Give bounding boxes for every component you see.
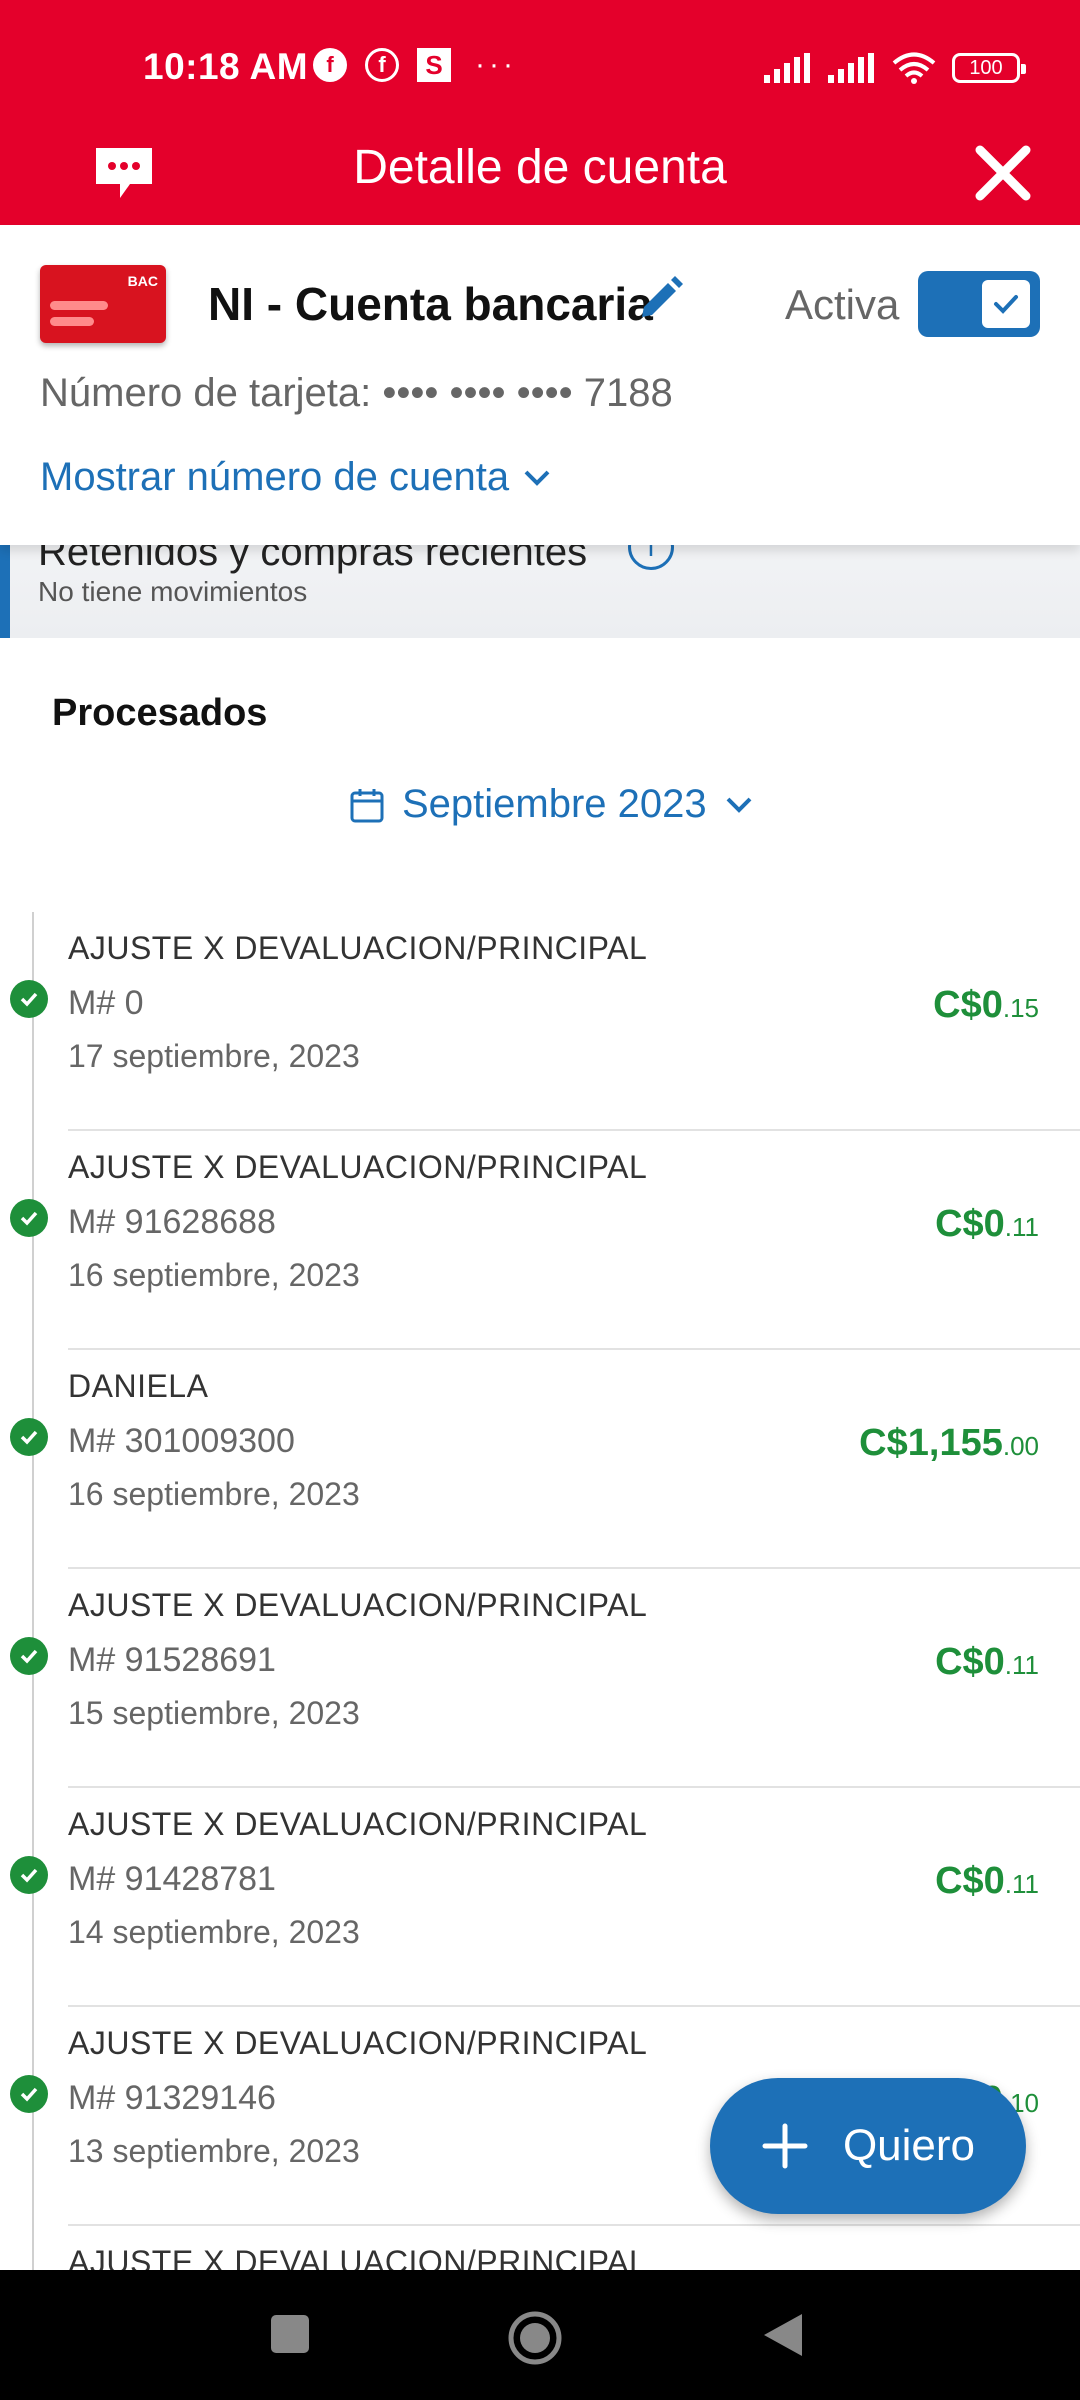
transaction-date: 14 septiembre, 2023 <box>68 1914 360 1950</box>
chevron-down-icon <box>524 470 550 486</box>
transaction-row[interactable]: AJUSTE X DEVALUACION/PRINCIPAL <box>0 2226 1080 2270</box>
transaction-name: AJUSTE X DEVALUACION/PRINCIPAL <box>68 930 648 966</box>
transaction-ref: M# 0 <box>68 984 144 1022</box>
status-time: 10:18 AM <box>143 46 309 87</box>
transaction-ref: M# 91528691 <box>68 1641 276 1679</box>
check-circle-icon <box>10 2075 48 2113</box>
show-account-number-link[interactable]: Mostrar número de cuenta <box>40 455 551 500</box>
amount-cents: .11 <box>1004 1869 1039 1899</box>
transaction-row[interactable]: AJUSTE X DEVALUACION/PRINCIPAL M# 916286… <box>0 1131 1080 1350</box>
amount-main: C$1,155 <box>859 1422 1003 1464</box>
amount-main: C$0 <box>933 984 1003 1026</box>
transaction-row[interactable]: AJUSTE X DEVALUACION/PRINCIPAL M# 0 17 s… <box>0 912 1080 1131</box>
show-account-label: Mostrar número de cuenta <box>40 455 510 499</box>
check-circle-icon <box>10 1418 48 1456</box>
transaction-amount: C$0.15 <box>933 984 1039 1027</box>
active-toggle[interactable] <box>918 271 1040 337</box>
fab-label: Quiero <box>842 2121 976 2170</box>
back-icon[interactable] <box>760 2310 806 2360</box>
transaction-row[interactable]: DANIELA M# 301009300 16 septiembre, 2023… <box>0 1350 1080 1569</box>
transaction-name: AJUSTE X DEVALUACION/PRINCIPAL <box>68 2025 648 2061</box>
check-circle-icon <box>10 980 48 1018</box>
month-selector[interactable]: Septiembre 2023 <box>350 782 753 827</box>
transaction-name: AJUSTE X DEVALUACION/PRINCIPAL <box>68 1587 648 1623</box>
transaction-date: 17 septiembre, 2023 <box>68 1038 360 1074</box>
transaction-ref: M# 91329146 <box>68 2079 276 2117</box>
transaction-row[interactable]: AJUSTE X DEVALUACION/PRINCIPAL M# 915286… <box>0 1569 1080 1788</box>
navigation-bar <box>0 2270 1080 2400</box>
amount-main: C$0 <box>935 1641 1005 1683</box>
transaction-amount: C$0.11 <box>935 1641 1039 1684</box>
transaction-name: AJUSTE X DEVALUACION/PRINCIPAL <box>68 1806 648 1842</box>
transaction-ref: M# 301009300 <box>68 1422 295 1460</box>
quiero-fab-button[interactable]: Quiero <box>710 2078 1026 2214</box>
transaction-amount: C$0.11 <box>935 1203 1039 1246</box>
amount-main: C$0 <box>935 1203 1005 1245</box>
transaction-ref: M# 91428781 <box>68 1860 276 1898</box>
card-number-value: •••• •••• •••• 7188 <box>382 371 673 415</box>
signal-2-icon <box>828 53 874 83</box>
transaction-date: 15 septiembre, 2023 <box>68 1695 360 1731</box>
transaction-ref: M# 91628688 <box>68 1203 276 1241</box>
transaction-row[interactable]: AJUSTE X DEVALUACION/PRINCIPAL M# 914287… <box>0 1788 1080 2007</box>
plus-icon <box>762 2123 808 2169</box>
toggle-check-icon <box>982 280 1030 328</box>
facebook-icon: f <box>313 48 347 82</box>
calendar-icon <box>350 788 384 822</box>
status-bar: 10:18 AM f f S ··· 100 <box>0 0 1080 140</box>
edit-pencil-icon[interactable] <box>636 275 684 323</box>
processed-title: Procesados <box>52 692 268 734</box>
amount-main: C$0 <box>935 1860 1005 1902</box>
card-thumbnail: BAC <box>40 265 166 343</box>
month-label: Septiembre 2023 <box>402 782 707 826</box>
card-number: Número de tarjeta: •••• •••• •••• 7188 <box>40 371 673 416</box>
facebook-outline-icon: f <box>365 48 399 82</box>
chevron-down-icon <box>726 797 752 813</box>
card-number-label: Número de tarjeta: <box>40 371 372 415</box>
account-card: BAC NI - Cuenta bancaria Activa Número d… <box>0 225 1080 545</box>
close-icon[interactable] <box>968 138 1038 208</box>
transaction-list: AJUSTE X DEVALUACION/PRINCIPAL M# 0 17 s… <box>0 912 1080 2270</box>
home-icon[interactable] <box>505 2310 565 2366</box>
transaction-date: 16 septiembre, 2023 <box>68 1476 360 1512</box>
status-label: Activa <box>785 281 900 328</box>
notification-icons: f f S ··· <box>313 48 517 82</box>
amount-cents: .11 <box>1004 1650 1039 1680</box>
transaction-amount: C$0.11 <box>935 1860 1039 1903</box>
transaction-name: AJUSTE X DEVALUACION/PRINCIPAL <box>68 2244 648 2270</box>
account-name: NI - Cuenta bancaria <box>208 278 653 330</box>
app-header: Detalle de cuenta <box>0 130 1080 225</box>
amount-cents: .00 <box>1002 1431 1039 1461</box>
s-app-icon: S <box>417 48 451 82</box>
page-title: Detalle de cuenta <box>353 141 727 194</box>
signal-icon <box>764 53 810 83</box>
check-circle-icon <box>10 1856 48 1894</box>
amount-cents: .15 <box>1002 993 1039 1023</box>
wifi-icon <box>892 52 936 84</box>
card-brand-logo: BAC <box>127 273 158 289</box>
transaction-name: AJUSTE X DEVALUACION/PRINCIPAL <box>68 1149 648 1185</box>
check-circle-icon <box>10 1199 48 1237</box>
transaction-date: 13 septiembre, 2023 <box>68 2133 360 2169</box>
check-circle-icon <box>10 1637 48 1675</box>
recent-apps-icon[interactable] <box>268 2310 312 2358</box>
battery-icon: 100 <box>952 53 1026 83</box>
transaction-name: DANIELA <box>68 1368 209 1404</box>
amount-cents: .11 <box>1004 1212 1039 1242</box>
transaction-date: 16 septiembre, 2023 <box>68 1257 360 1293</box>
transaction-amount: C$1,155.00 <box>859 1422 1039 1465</box>
more-notifications-icon: ··· <box>475 48 517 81</box>
held-subtitle: No tiene movimientos <box>38 576 308 607</box>
system-icons: 100 <box>764 52 1026 84</box>
